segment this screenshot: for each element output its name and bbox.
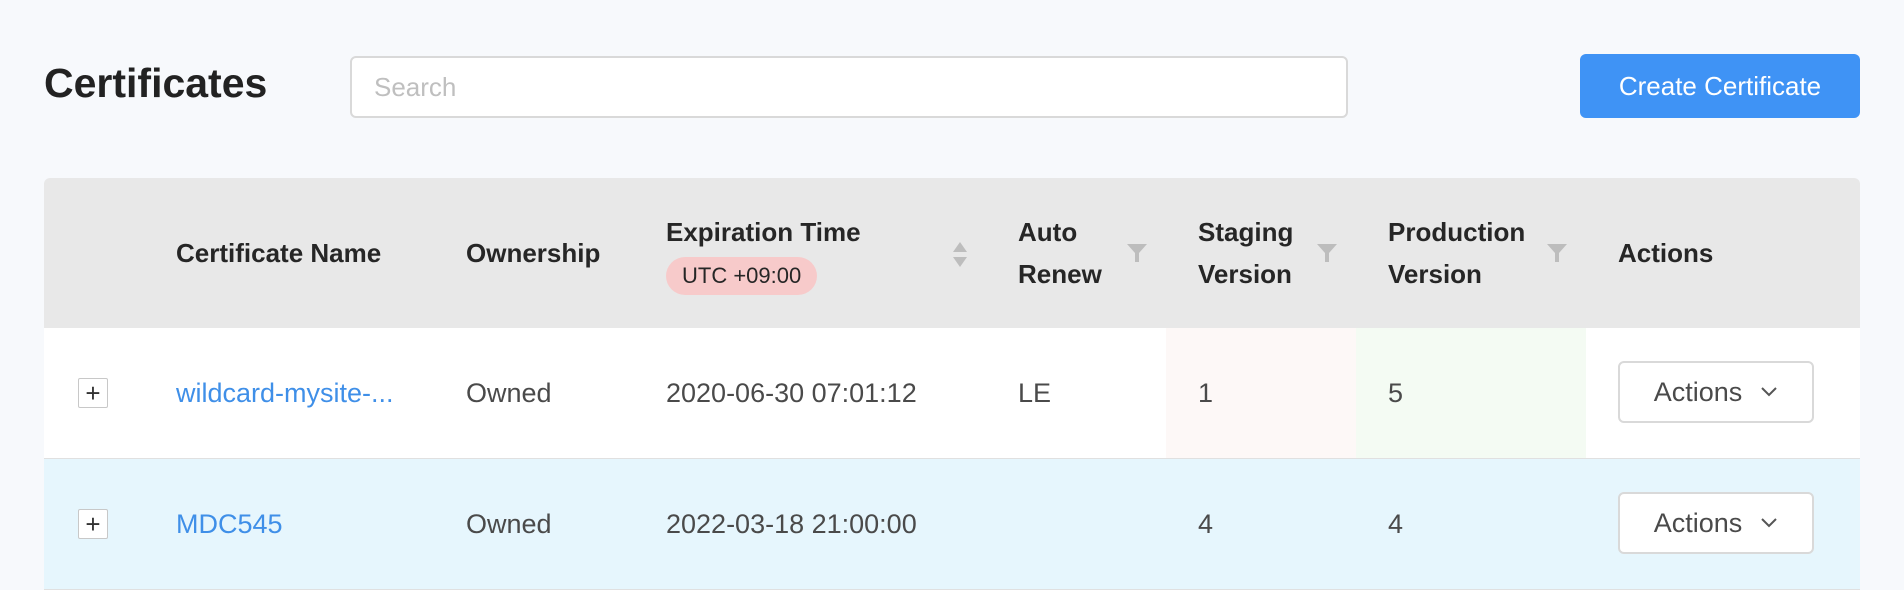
ownership-cell: Owned	[466, 508, 552, 539]
certificates-table: Certificate Name Ownership Expiration Ti…	[44, 178, 1860, 590]
actions-label: Actions	[1653, 507, 1743, 538]
filter-icon[interactable]	[1126, 242, 1148, 264]
row-actions-dropdown[interactable]: Actions	[1618, 492, 1814, 554]
staging-version-cell: 1	[1198, 377, 1214, 408]
column-header-production-version: Production Version	[1388, 178, 1525, 328]
column-header-auto-renew: Auto Renew	[1018, 178, 1102, 328]
filter-icon[interactable]	[1316, 242, 1338, 264]
staging-version-label-line2: Version	[1198, 259, 1292, 289]
expiration-time-label: Expiration Time	[666, 217, 861, 247]
column-header-staging-version: Staging Version	[1198, 178, 1293, 328]
search-input[interactable]	[350, 56, 1348, 118]
auto-renew-label-line1: Auto	[1018, 217, 1078, 247]
table-header: Certificate Name Ownership Expiration Ti…	[44, 178, 1860, 328]
create-certificate-button[interactable]: Create Certificate	[1580, 54, 1860, 118]
expand-row-button[interactable]: +	[78, 509, 108, 539]
utc-timezone-badge[interactable]: UTC +09:00	[666, 257, 818, 295]
auto-renew-label-line2: Renew	[1018, 259, 1102, 289]
auto-renew-cell: LE	[1018, 377, 1052, 408]
column-header-ownership: Ownership	[466, 238, 601, 268]
expand-row-button[interactable]: +	[78, 378, 108, 408]
expiration-time-cell: 2022-03-18 21:00:00	[666, 508, 917, 539]
production-version-cell: 5	[1388, 377, 1404, 408]
row-actions-dropdown[interactable]: Actions	[1618, 361, 1814, 423]
column-header-expiration-time[interactable]: Expiration Time UTC +09:00	[666, 178, 861, 328]
filter-icon[interactable]	[1546, 242, 1568, 264]
staging-version-label-line1: Staging	[1198, 217, 1294, 247]
ownership-cell: Owned	[466, 377, 552, 408]
production-version-label-line1: Production	[1388, 217, 1526, 247]
actions-label: Actions	[1653, 376, 1743, 407]
sort-icon[interactable]	[952, 240, 968, 270]
page-header: Certificates Create Certificate	[0, 0, 1904, 170]
expiration-time-cell: 2020-06-30 07:01:12	[666, 377, 917, 408]
column-header-actions: Actions	[1618, 238, 1714, 268]
production-version-label-line2: Version	[1388, 259, 1482, 289]
chevron-down-icon	[1761, 518, 1777, 528]
page-title: Certificates	[44, 60, 268, 106]
certificate-name-link[interactable]: MDC545	[176, 459, 283, 589]
table-row: + MDC545 Owned 2022-03-18 21:00:00 4 4 A…	[44, 459, 1860, 590]
staging-cell-highlight	[1166, 328, 1356, 458]
chevron-down-icon	[1761, 387, 1777, 397]
table-row: + wildcard-mysite-... Owned 2020-06-30 0…	[44, 328, 1860, 459]
certificate-name-link[interactable]: wildcard-mysite-...	[176, 328, 394, 458]
production-version-cell: 4	[1388, 508, 1404, 539]
staging-version-cell: 4	[1198, 508, 1214, 539]
column-header-certificate-name: Certificate Name	[176, 238, 382, 268]
